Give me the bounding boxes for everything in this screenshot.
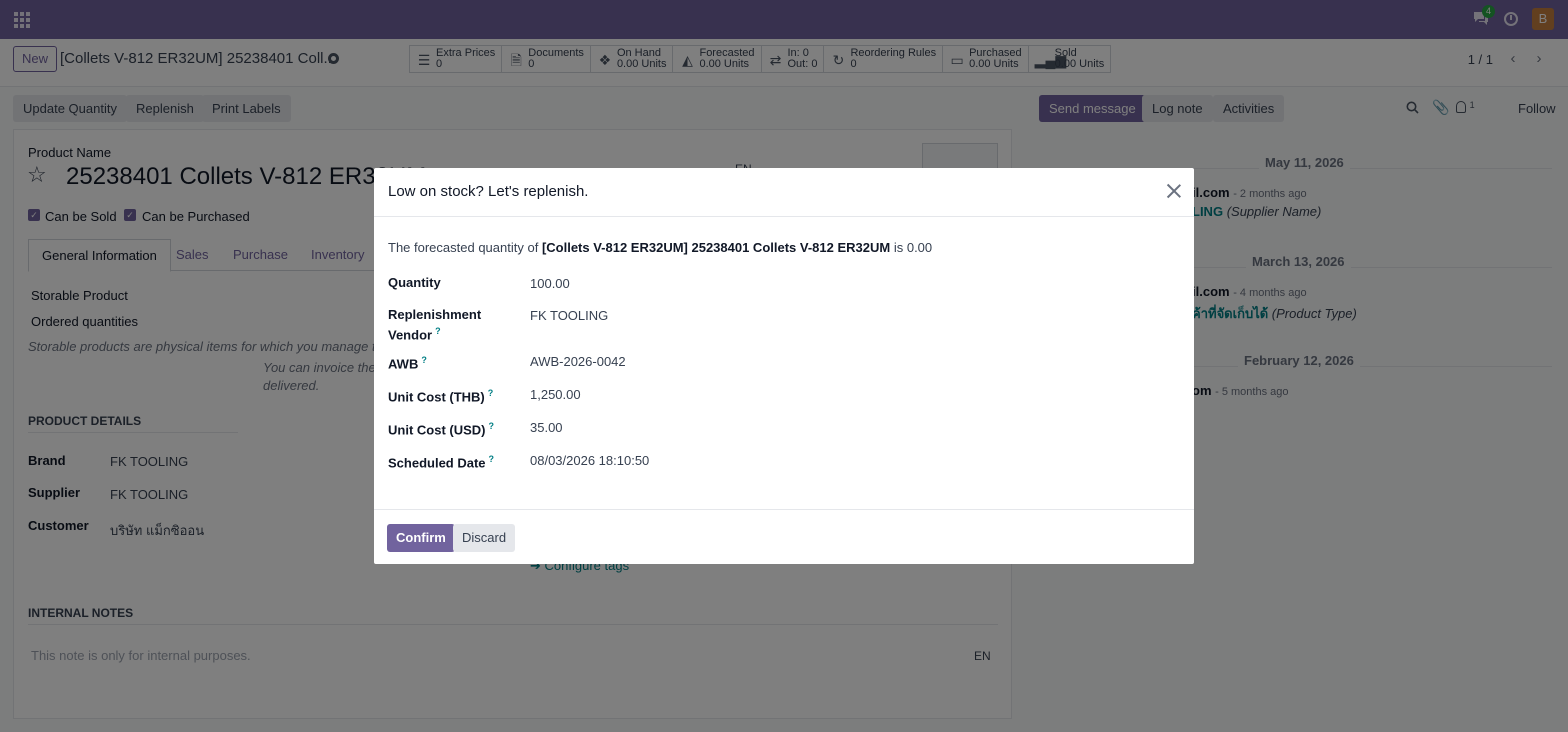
awb-label-text: AWB	[388, 356, 419, 372]
scheduled-date-label: Scheduled Date?	[388, 451, 518, 471]
forecast-prefix: The forecasted quantity of	[388, 240, 539, 255]
quantity-label-text: Quantity	[388, 275, 441, 290]
help-tooltip[interactable]: ?	[488, 388, 494, 398]
scheduled-date-label-text: Scheduled Date	[388, 455, 486, 471]
forecast-text: The forecasted quantity of [Collets V-81…	[388, 240, 932, 255]
replenish-dialog: Low on stock? Let's replenish. The forec…	[374, 168, 1194, 564]
unit-cost-usd-label-text: Unit Cost (USD)	[388, 422, 486, 438]
modal-footer: Confirm Discard	[374, 509, 1194, 564]
awb-label: AWB?	[388, 352, 518, 372]
help-tooltip[interactable]: ?	[489, 421, 495, 431]
discard-button[interactable]: Discard	[453, 524, 516, 552]
vendor-field[interactable]: FK TOOLING	[530, 308, 608, 323]
unit-cost-thb-field[interactable]: 1,250.00	[530, 387, 581, 402]
forecast-product: [Collets V-812 ER32UM] 25238401 Collets …	[541, 240, 891, 255]
modal-body: The forecasted quantity of [Collets V-81…	[374, 217, 1194, 509]
quantity-label: Quantity	[388, 274, 518, 291]
vendor-label-text: Replenishment Vendor	[388, 307, 482, 343]
vendor-label: Replenishment Vendor?	[388, 306, 488, 343]
modal-title: Low on stock? Let's replenish.	[388, 183, 589, 200]
help-tooltip[interactable]: ?	[435, 326, 441, 336]
unit-cost-thb-label-text: Unit Cost (THB)	[388, 389, 485, 405]
confirm-button[interactable]: Confirm	[387, 524, 455, 552]
quantity-field[interactable]: 100.00	[530, 276, 570, 291]
unit-cost-usd-label: Unit Cost (USD)?	[388, 418, 518, 438]
close-icon[interactable]	[1166, 183, 1182, 199]
forecast-suffix: is 0.00	[893, 240, 933, 255]
unit-cost-thb-label: Unit Cost (THB)?	[388, 385, 518, 405]
help-tooltip[interactable]: ?	[421, 355, 427, 365]
help-tooltip[interactable]: ?	[489, 454, 495, 464]
modal-header: Low on stock? Let's replenish.	[374, 168, 1194, 217]
unit-cost-usd-field[interactable]: 35.00	[530, 420, 563, 435]
scheduled-date-field[interactable]: 08/03/2026 18:10:50	[530, 453, 649, 468]
awb-field[interactable]: AWB-2026-0042	[530, 354, 626, 369]
